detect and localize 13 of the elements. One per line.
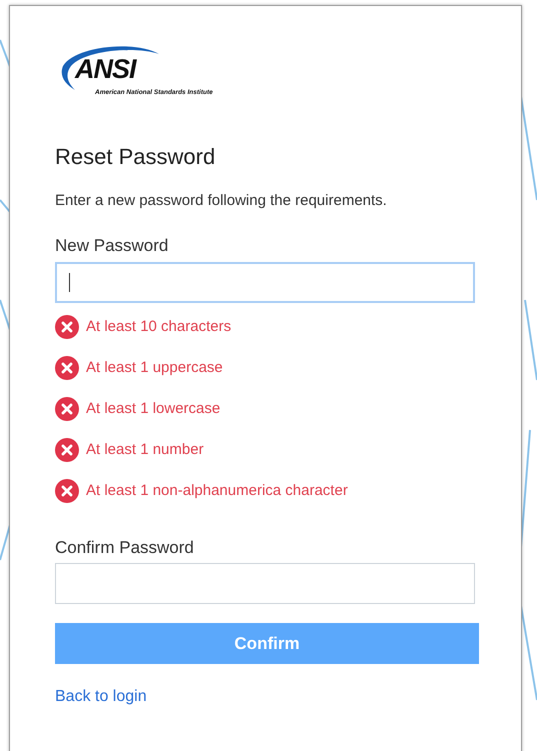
requirement-text: At least 1 non-alphanumerica character	[86, 481, 348, 501]
requirement-text: At least 10 characters	[86, 317, 232, 337]
field-label: New Password	[55, 236, 170, 256]
instructions: Enter a new password following the requirements.	[55, 191, 388, 211]
requirement-text: At least 1 uppercase	[86, 358, 223, 378]
requirement-text: At least 1 number	[86, 440, 204, 460]
requirement-text: At least 1 lowercase	[86, 399, 220, 419]
back-to-login-link[interactable]: Back to login	[55, 688, 147, 706]
logo-text: ANSI	[75, 56, 136, 83]
password-field[interactable]	[55, 563, 475, 604]
page-title: Reset Password	[55, 144, 216, 170]
password-field[interactable]	[55, 262, 475, 303]
field-label: Confirm Password	[55, 538, 195, 558]
